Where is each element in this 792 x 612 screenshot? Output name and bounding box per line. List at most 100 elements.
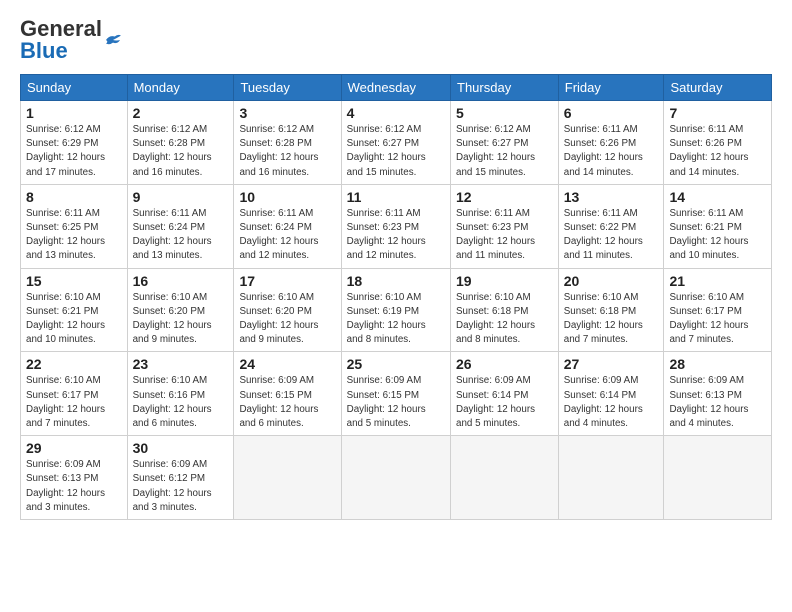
day-number: 30 [133, 440, 229, 456]
cell-info: Sunrise: 6:09 AM Sunset: 6:13 PM Dayligh… [669, 374, 766, 431]
calendar-cell: 7Sunrise: 6:11 AM Sunset: 6:26 PM Daylig… [664, 101, 772, 185]
cell-info: Sunrise: 6:12 AM Sunset: 6:29 PM Dayligh… [26, 123, 122, 180]
logo-blue: Blue [20, 38, 68, 63]
calendar-header-monday: Monday [127, 75, 234, 101]
cell-info: Sunrise: 6:10 AM Sunset: 6:18 PM Dayligh… [564, 291, 659, 348]
day-number: 17 [239, 273, 335, 289]
day-number: 29 [26, 440, 122, 456]
calendar-cell: 14 Sunrise: 6:11 AM Sunset: 6:21 PM Dayli… [664, 184, 772, 268]
cell-info: Sunrise: 6:11 AM Sunset: 6:21 PM Dayligh… [669, 207, 766, 264]
day-number: 18 [347, 273, 445, 289]
cell-info: Sunrise: 6:10 AM Sunset: 6:20 PM Dayligh… [133, 291, 229, 348]
calendar-table: SundayMondayTuesdayWednesdayThursdayFrid… [20, 74, 772, 520]
day-number: 25 [347, 356, 445, 372]
logo-bird-icon [104, 33, 122, 47]
cell-info: Sunrise: 6:10 AM Sunset: 6:21 PM Dayligh… [26, 291, 122, 348]
calendar-cell: 4 Sunrise: 6:12 AM Sunset: 6:27 PM Daylig… [341, 101, 450, 185]
calendar-cell: 2 Sunrise: 6:12 AM Sunset: 6:28 PM Daylig… [127, 101, 234, 185]
calendar-week-2: 8 Sunrise: 6:11 AM Sunset: 6:25 PM Daylig… [21, 184, 772, 268]
calendar-cell: 23Sunrise: 6:10 AM Sunset: 6:16 PM Dayli… [127, 352, 234, 436]
calendar-cell: 30 Sunrise: 6:09 AM Sunset: 6:12 PM Dayli… [127, 436, 234, 520]
calendar-cell: 29 Sunrise: 6:09 AM Sunset: 6:13 PM Dayli… [21, 436, 128, 520]
cell-info: Sunrise: 6:11 AM Sunset: 6:26 PM Dayligh… [669, 123, 766, 180]
calendar-cell: 5 Sunrise: 6:12 AM Sunset: 6:27 PM Daylig… [451, 101, 559, 185]
calendar-cell: 17 Sunrise: 6:10 AM Sunset: 6:20 PM Dayli… [234, 268, 341, 352]
cell-info: Sunrise: 6:11 AM Sunset: 6:24 PM Dayligh… [133, 207, 229, 264]
day-number: 20 [564, 273, 659, 289]
day-number: 26 [456, 356, 553, 372]
calendar-header-wednesday: Wednesday [341, 75, 450, 101]
cell-info: Sunrise: 6:12 AM Sunset: 6:28 PM Dayligh… [133, 123, 229, 180]
page: General Blue SundayMondayTuesdayWednesda… [0, 0, 792, 530]
day-number: 14 [669, 189, 766, 205]
calendar-cell: 12 Sunrise: 6:11 AM Sunset: 6:23 PM Dayli… [451, 184, 559, 268]
day-number: 2 [133, 105, 229, 121]
cell-info: Sunrise: 6:11 AM Sunset: 6:22 PM Dayligh… [564, 207, 659, 264]
day-number: 1 [26, 105, 122, 121]
day-number: 24 [239, 356, 335, 372]
day-number: 13 [564, 189, 659, 205]
calendar-header-tuesday: Tuesday [234, 75, 341, 101]
calendar-cell: 24 Sunrise: 6:09 AM Sunset: 6:15 PM Dayli… [234, 352, 341, 436]
calendar-cell: 1 Sunrise: 6:12 AM Sunset: 6:29 PM Daylig… [21, 101, 128, 185]
day-number: 15 [26, 273, 122, 289]
calendar-cell: 9 Sunrise: 6:11 AM Sunset: 6:24 PM Daylig… [127, 184, 234, 268]
calendar-week-5: 29 Sunrise: 6:09 AM Sunset: 6:13 PM Dayli… [21, 436, 772, 520]
day-number: 12 [456, 189, 553, 205]
calendar-cell: 18 Sunrise: 6:10 AM Sunset: 6:19 PM Dayli… [341, 268, 450, 352]
calendar-cell: 28 Sunrise: 6:09 AM Sunset: 6:13 PM Dayli… [664, 352, 772, 436]
calendar-week-4: 22Sunrise: 6:10 AM Sunset: 6:17 PM Dayli… [21, 352, 772, 436]
calendar-cell: 6Sunrise: 6:11 AM Sunset: 6:26 PM Daylig… [558, 101, 664, 185]
day-number: 16 [133, 273, 229, 289]
cell-info: Sunrise: 6:12 AM Sunset: 6:28 PM Dayligh… [239, 123, 335, 180]
cell-info: Sunrise: 6:10 AM Sunset: 6:18 PM Dayligh… [456, 291, 553, 348]
calendar-cell: 26 Sunrise: 6:09 AM Sunset: 6:14 PM Dayli… [451, 352, 559, 436]
calendar-cell: 16 Sunrise: 6:10 AM Sunset: 6:20 PM Dayli… [127, 268, 234, 352]
day-number: 10 [239, 189, 335, 205]
day-number: 19 [456, 273, 553, 289]
logo: General Blue [20, 18, 122, 62]
calendar-cell: 27 Sunrise: 6:09 AM Sunset: 6:14 PM Dayli… [558, 352, 664, 436]
cell-info: Sunrise: 6:09 AM Sunset: 6:14 PM Dayligh… [456, 374, 553, 431]
cell-info: Sunrise: 6:09 AM Sunset: 6:13 PM Dayligh… [26, 458, 122, 515]
cell-info: Sunrise: 6:12 AM Sunset: 6:27 PM Dayligh… [347, 123, 445, 180]
calendar-cell [341, 436, 450, 520]
cell-info: Sunrise: 6:11 AM Sunset: 6:24 PM Dayligh… [239, 207, 335, 264]
calendar-cell: 3Sunrise: 6:12 AM Sunset: 6:28 PM Daylig… [234, 101, 341, 185]
cell-info: Sunrise: 6:10 AM Sunset: 6:17 PM Dayligh… [26, 374, 122, 431]
calendar-cell [558, 436, 664, 520]
calendar-header-row: SundayMondayTuesdayWednesdayThursdayFrid… [21, 75, 772, 101]
cell-info: Sunrise: 6:09 AM Sunset: 6:12 PM Dayligh… [133, 458, 229, 515]
calendar-cell [664, 436, 772, 520]
cell-info: Sunrise: 6:11 AM Sunset: 6:23 PM Dayligh… [347, 207, 445, 264]
calendar-header-saturday: Saturday [664, 75, 772, 101]
cell-info: Sunrise: 6:10 AM Sunset: 6:17 PM Dayligh… [669, 291, 766, 348]
calendar-header-thursday: Thursday [451, 75, 559, 101]
calendar-cell: 25Sunrise: 6:09 AM Sunset: 6:15 PM Dayli… [341, 352, 450, 436]
day-number: 5 [456, 105, 553, 121]
cell-info: Sunrise: 6:09 AM Sunset: 6:14 PM Dayligh… [564, 374, 659, 431]
cell-info: Sunrise: 6:12 AM Sunset: 6:27 PM Dayligh… [456, 123, 553, 180]
day-number: 28 [669, 356, 766, 372]
cell-info: Sunrise: 6:10 AM Sunset: 6:19 PM Dayligh… [347, 291, 445, 348]
day-number: 11 [347, 189, 445, 205]
header: General Blue [20, 18, 772, 62]
calendar-cell: 20 Sunrise: 6:10 AM Sunset: 6:18 PM Dayli… [558, 268, 664, 352]
day-number: 4 [347, 105, 445, 121]
day-number: 9 [133, 189, 229, 205]
calendar-header-sunday: Sunday [21, 75, 128, 101]
calendar-cell: 11 Sunrise: 6:11 AM Sunset: 6:23 PM Dayli… [341, 184, 450, 268]
cell-info: Sunrise: 6:10 AM Sunset: 6:16 PM Dayligh… [133, 374, 229, 431]
day-number: 8 [26, 189, 122, 205]
cell-info: Sunrise: 6:11 AM Sunset: 6:23 PM Dayligh… [456, 207, 553, 264]
logo-text: General Blue [20, 18, 102, 62]
cell-info: Sunrise: 6:11 AM Sunset: 6:25 PM Dayligh… [26, 207, 122, 264]
calendar-cell [451, 436, 559, 520]
day-number: 21 [669, 273, 766, 289]
calendar-cell: 13 Sunrise: 6:11 AM Sunset: 6:22 PM Dayli… [558, 184, 664, 268]
cell-info: Sunrise: 6:10 AM Sunset: 6:20 PM Dayligh… [239, 291, 335, 348]
calendar-cell: 8 Sunrise: 6:11 AM Sunset: 6:25 PM Daylig… [21, 184, 128, 268]
cell-info: Sunrise: 6:09 AM Sunset: 6:15 PM Dayligh… [239, 374, 335, 431]
calendar-week-1: 1 Sunrise: 6:12 AM Sunset: 6:29 PM Daylig… [21, 101, 772, 185]
day-number: 27 [564, 356, 659, 372]
